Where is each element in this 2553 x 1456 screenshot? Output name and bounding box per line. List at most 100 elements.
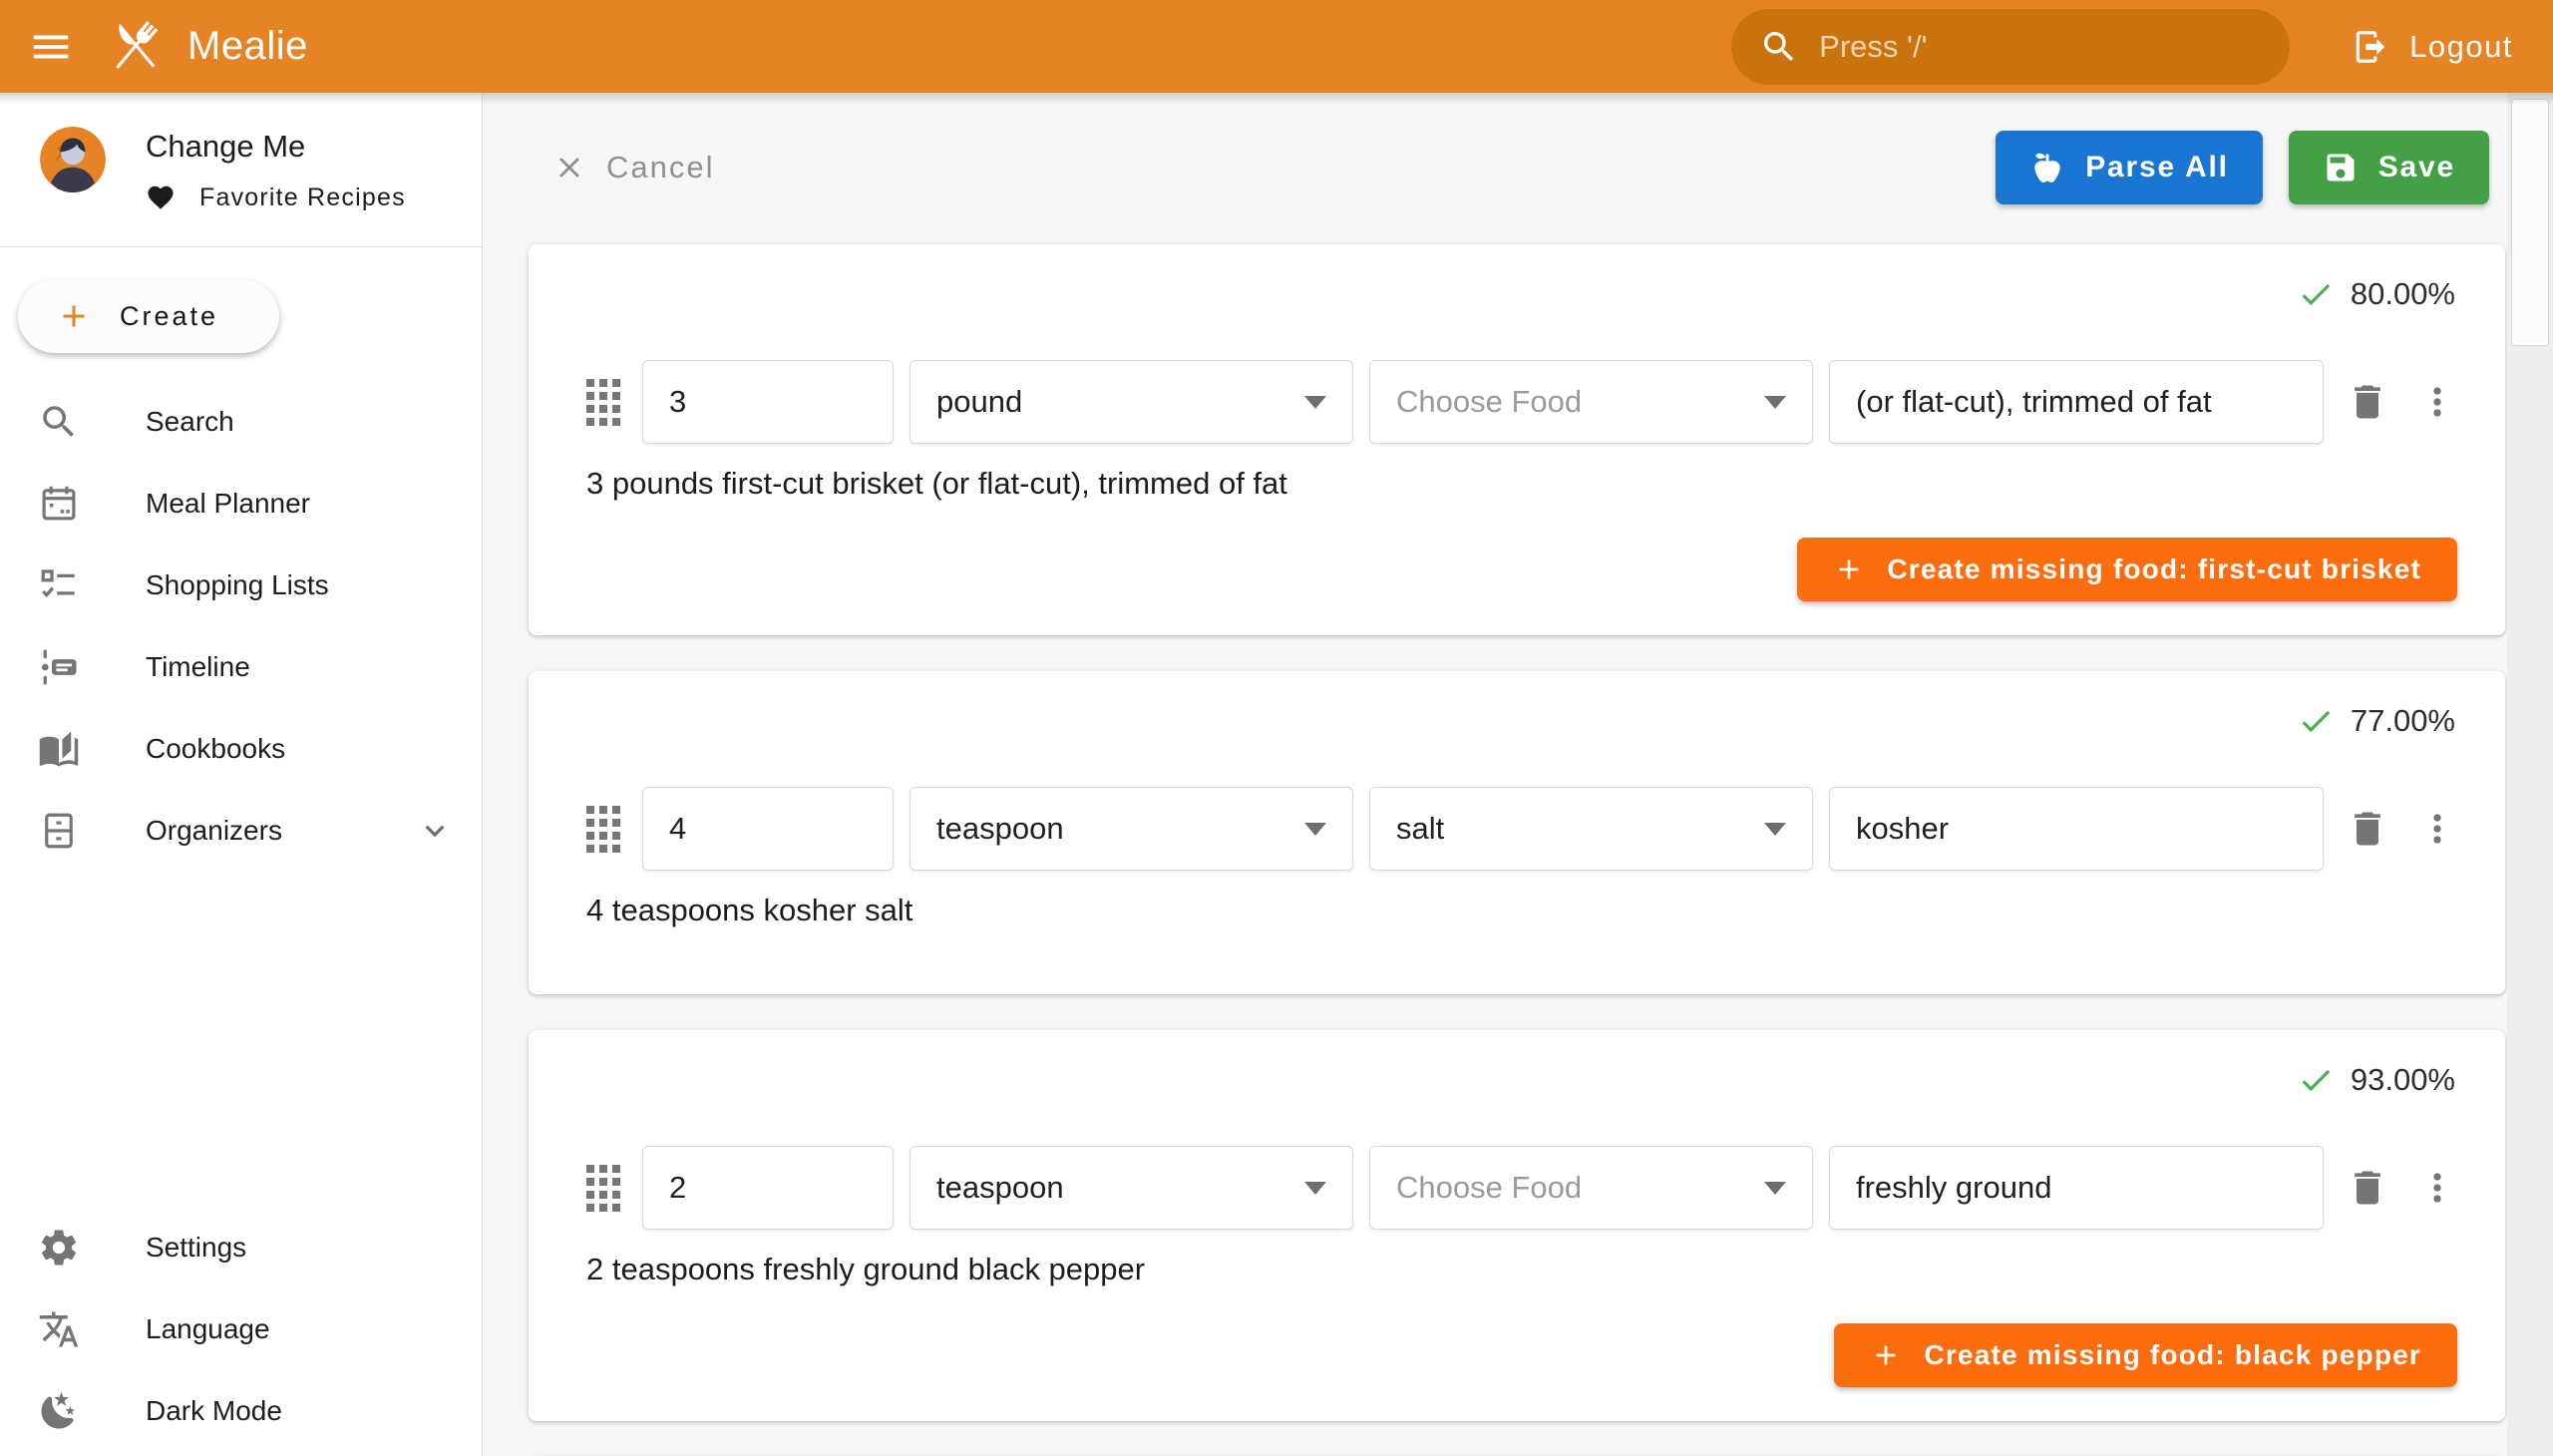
hamburger-icon <box>28 24 74 70</box>
drag-handle-icon[interactable] <box>586 379 620 426</box>
dropdown-arrow-icon <box>1764 823 1786 836</box>
book-open-icon <box>38 728 80 770</box>
delete-button[interactable] <box>2346 380 2389 424</box>
scrollbar-thumb[interactable] <box>2511 99 2549 346</box>
save-icon <box>2323 150 2359 185</box>
confidence-badge: 77.00% <box>529 671 2505 743</box>
original-ingredient-text: 2 teaspoons freshly ground black pepper <box>586 1252 2447 1323</box>
cancel-button[interactable]: Cancel <box>552 150 715 185</box>
parser-toolbar: Cancel Parse All Save <box>529 131 2507 204</box>
avatar[interactable] <box>40 127 106 192</box>
scrollbar-track[interactable] <box>2507 93 2553 1456</box>
dropdown-arrow-icon <box>1304 1182 1326 1195</box>
sidebar-nav: Search Meal Planner Shopping Lists Timel… <box>0 381 482 872</box>
search-placeholder: Press '/' <box>1819 29 1927 65</box>
trash-icon <box>2346 1166 2389 1210</box>
confidence-value: 80.00% <box>2351 276 2455 312</box>
chevron-down-icon <box>416 812 454 850</box>
create-button[interactable]: Create <box>18 279 279 353</box>
sidebar-item-meal-planner[interactable]: Meal Planner <box>0 463 482 545</box>
kebab-icon <box>2415 380 2459 424</box>
logout-icon <box>2352 28 2389 66</box>
magnify-icon <box>38 401 80 443</box>
trash-icon <box>2346 380 2389 424</box>
quantity-input[interactable]: 4 <box>642 787 894 871</box>
ingredient-card: 77.00% 4 teaspoon salt kosher 4 teaspoon… <box>529 671 2505 994</box>
timeline-icon <box>38 646 80 688</box>
kebab-icon <box>2415 1166 2459 1210</box>
note-input[interactable]: kosher <box>1829 787 2324 871</box>
create-missing-food-button[interactable]: Create missing food: first-cut brisket <box>1797 538 2457 601</box>
delete-button[interactable] <box>2346 807 2389 851</box>
search-icon <box>1759 27 1799 67</box>
drag-handle-icon[interactable] <box>586 1165 620 1212</box>
quantity-input[interactable]: 3 <box>642 360 894 444</box>
translate-icon <box>38 1308 80 1350</box>
food-select[interactable]: salt <box>1369 787 1813 871</box>
dropdown-arrow-icon <box>1304 396 1326 409</box>
dropdown-arrow-icon <box>1304 823 1326 836</box>
dropdown-arrow-icon <box>1764 1182 1786 1195</box>
drag-handle-icon[interactable] <box>586 806 620 853</box>
sidebar-item-shopping-lists[interactable]: Shopping Lists <box>0 545 482 626</box>
more-options-button[interactable] <box>2415 380 2459 424</box>
moon-icon <box>38 1390 80 1432</box>
check-icon <box>2297 275 2335 313</box>
sidebar-item-search[interactable]: Search <box>0 381 482 463</box>
more-options-button[interactable] <box>2415 807 2459 851</box>
delete-button[interactable] <box>2346 1166 2389 1210</box>
favorite-recipes-link[interactable]: Favorite Recipes <box>146 182 406 212</box>
more-options-button[interactable] <box>2415 1166 2459 1210</box>
checklist-icon <box>38 564 80 606</box>
heart-icon <box>146 182 176 212</box>
sidebar-divider <box>0 246 482 247</box>
sidebar: Change Me Favorite Recipes Create Search… <box>0 93 483 1456</box>
sidebar-item-language[interactable]: Language <box>0 1288 482 1370</box>
trash-icon <box>2346 807 2389 851</box>
ingredient-card: 93.00% 2 teaspoon Choose Food freshly gr… <box>529 1030 2505 1421</box>
confidence-badge: 80.00% <box>529 244 2505 316</box>
sidebar-item-cookbooks[interactable]: Cookbooks <box>0 708 482 790</box>
confidence-value: 77.00% <box>2351 703 2455 739</box>
original-ingredient-text: 3 pounds first-cut brisket (or flat-cut)… <box>586 466 2447 538</box>
user-block: Change Me Favorite Recipes <box>0 93 482 246</box>
search-input[interactable]: Press '/' <box>1731 9 2290 85</box>
main-content: Cancel Parse All Save 80 <box>483 93 2507 1456</box>
note-input[interactable]: (or flat-cut), trimmed of fat <box>1829 360 2324 444</box>
create-button-label: Create <box>120 301 218 332</box>
mealie-logo-icon <box>104 16 166 78</box>
sidebar-item-timeline[interactable]: Timeline <box>0 626 482 708</box>
save-button[interactable]: Save <box>2289 131 2489 204</box>
quantity-input[interactable]: 2 <box>642 1146 894 1230</box>
kebab-icon <box>2415 807 2459 851</box>
cabinet-icon <box>38 810 80 852</box>
gear-icon <box>38 1227 80 1269</box>
food-select[interactable]: Choose Food <box>1369 360 1813 444</box>
cancel-label: Cancel <box>606 150 715 185</box>
sidebar-footer: Settings Language Dark Mode <box>0 1207 482 1456</box>
user-name: Change Me <box>146 129 406 165</box>
sidebar-item-dark-mode[interactable]: Dark Mode <box>0 1370 482 1452</box>
ingredient-card: 80.00% 3 pound Choose Food (or flat-cut)… <box>529 244 2505 635</box>
plus-icon <box>1870 1339 1902 1371</box>
create-missing-food-button[interactable]: Create missing food: black pepper <box>1834 1323 2457 1387</box>
sidebar-item-settings[interactable]: Settings <box>0 1207 482 1288</box>
menu-button[interactable] <box>22 18 80 76</box>
calendar-icon <box>38 483 80 525</box>
apple-icon <box>2029 150 2065 185</box>
logout-button[interactable]: Logout <box>2352 28 2513 66</box>
food-select[interactable]: Choose Food <box>1369 1146 1813 1230</box>
check-icon <box>2297 1061 2335 1099</box>
sidebar-item-organizers[interactable]: Organizers <box>0 790 482 872</box>
original-ingredient-text: 4 teaspoons kosher salt <box>586 893 2447 994</box>
unit-select[interactable]: teaspoon <box>910 1146 1353 1230</box>
parse-all-button[interactable]: Parse All <box>1996 131 2263 204</box>
favorite-recipes-label: Favorite Recipes <box>199 183 406 212</box>
save-label: Save <box>2378 151 2455 184</box>
confidence-value: 93.00% <box>2351 1062 2455 1098</box>
unit-select[interactable]: pound <box>910 360 1353 444</box>
note-input[interactable]: freshly ground <box>1829 1146 2324 1230</box>
check-icon <box>2297 702 2335 740</box>
unit-select[interactable]: teaspoon <box>910 787 1353 871</box>
app-title: Mealie <box>187 24 308 69</box>
